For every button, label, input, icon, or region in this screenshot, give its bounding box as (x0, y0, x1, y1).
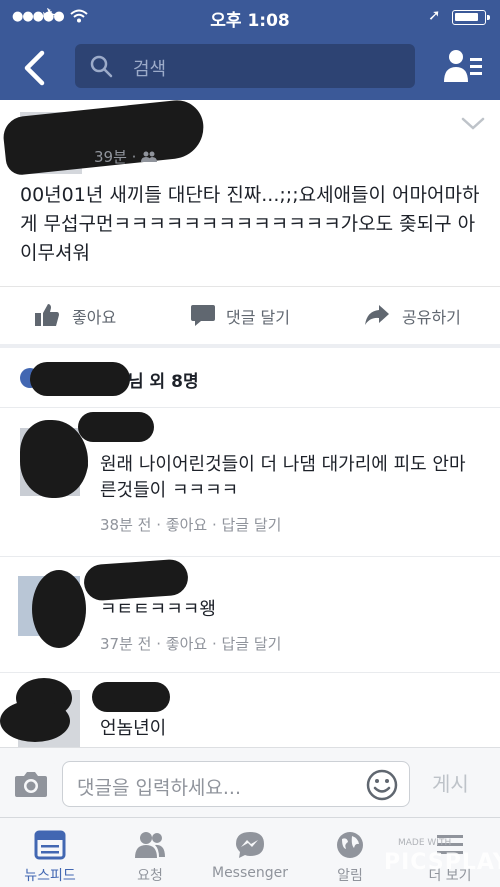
battery-level (455, 13, 478, 21)
news-feed-icon (34, 830, 66, 860)
chevron-down-icon[interactable] (460, 116, 486, 132)
share-arrow-icon (365, 305, 389, 325)
likers-summary[interactable]: 님 외 8명 (0, 348, 500, 408)
comment-reply-link[interactable]: 답글 달기 (222, 635, 282, 653)
comment-divider (0, 556, 500, 557)
location-arrow-icon: ➚ (428, 6, 441, 24)
comment-meta: 37분 전 · 좋아요 · 답글 달기 (100, 635, 282, 653)
redaction-mark (32, 570, 86, 648)
comment-meta: 38분 전 · 좋아요 · 답글 달기 (100, 516, 282, 534)
comment-like-link[interactable]: 좋아요 (166, 516, 207, 534)
tab-requests[interactable]: 요청 (100, 818, 200, 887)
comment-divider (0, 672, 500, 673)
comment-bubble-icon (191, 305, 215, 326)
redaction-mark (78, 412, 154, 442)
friends-list-icon[interactable] (442, 48, 484, 84)
comment-like-link[interactable]: 좋아요 (166, 635, 207, 653)
messenger-icon (236, 832, 264, 858)
redaction-mark (0, 700, 70, 742)
search-icon (90, 55, 113, 78)
search-bar[interactable]: 검색 (75, 44, 415, 88)
comment-text: 언놈년이 (100, 718, 167, 739)
tab-messenger[interactable]: Messenger (200, 818, 300, 887)
comment-reply-link[interactable]: 답글 달기 (222, 516, 282, 534)
comment-text: 원래 나이어린것들이 더 나댐 대가리에 피도 안마른것들이 ㅋㅋㅋㅋ (100, 454, 466, 501)
redaction-mark (92, 682, 170, 712)
watermark: PICSPLAY (384, 850, 500, 875)
top-navigation-bar: ●●●●● ✈ 오후 1:08 ➚ 검색 (0, 0, 500, 100)
tab-news-feed[interactable]: 뉴스피드 (0, 818, 100, 887)
comment-text: ㅋㅌㅌㅋㅋㅋ왱 (100, 599, 216, 620)
back-icon[interactable] (20, 50, 50, 86)
post-action-bar: 좋아요 댓글 달기 공유하기 (0, 286, 500, 344)
friends-icon (141, 151, 158, 162)
watermark-made-with: MADE WITH (398, 838, 452, 848)
post-time-text: 39분 · (94, 148, 137, 166)
like-label: 좋아요 (72, 308, 117, 327)
comment-time: 37분 전 (100, 635, 152, 653)
status-bar: ●●●●● ✈ 오후 1:08 ➚ (0, 0, 500, 34)
search-placeholder: 검색 (133, 59, 167, 80)
status-time: 오후 1:08 (210, 11, 290, 31)
post-body: 00년01년 새끼들 대단타 진짜...;;;요세애들이 어마어마하게 무섭구먼… (20, 184, 480, 264)
camera-icon[interactable] (14, 770, 48, 798)
redaction-mark (30, 362, 130, 396)
share-label: 공유하기 (402, 308, 461, 327)
comment-input[interactable]: 댓글을 입력하세요... (62, 761, 410, 807)
battery-icon (452, 10, 490, 25)
tab-label: Messenger (211, 865, 289, 881)
notifications-globe-icon (337, 832, 363, 858)
post-timestamp: 39분 · (94, 146, 158, 167)
comment-time: 38분 전 (100, 516, 152, 534)
likers-text: 님 외 8명 (128, 372, 199, 392)
thumbs-up-icon (35, 304, 59, 326)
post-comment-button[interactable]: 게시 (432, 768, 469, 797)
comment-input-placeholder: 댓글을 입력하세요... (77, 777, 241, 799)
tab-label: 뉴스피드 (24, 868, 76, 884)
friend-requests-icon (135, 832, 165, 858)
comment-label: 댓글 달기 (226, 308, 290, 327)
tab-label: 요청 (137, 868, 163, 884)
redaction-mark (60, 452, 88, 478)
comment-compose-bar: 댓글을 입력하세요... 게시 (0, 747, 500, 817)
emoji-icon[interactable] (365, 768, 399, 802)
redaction-mark (82, 558, 190, 602)
